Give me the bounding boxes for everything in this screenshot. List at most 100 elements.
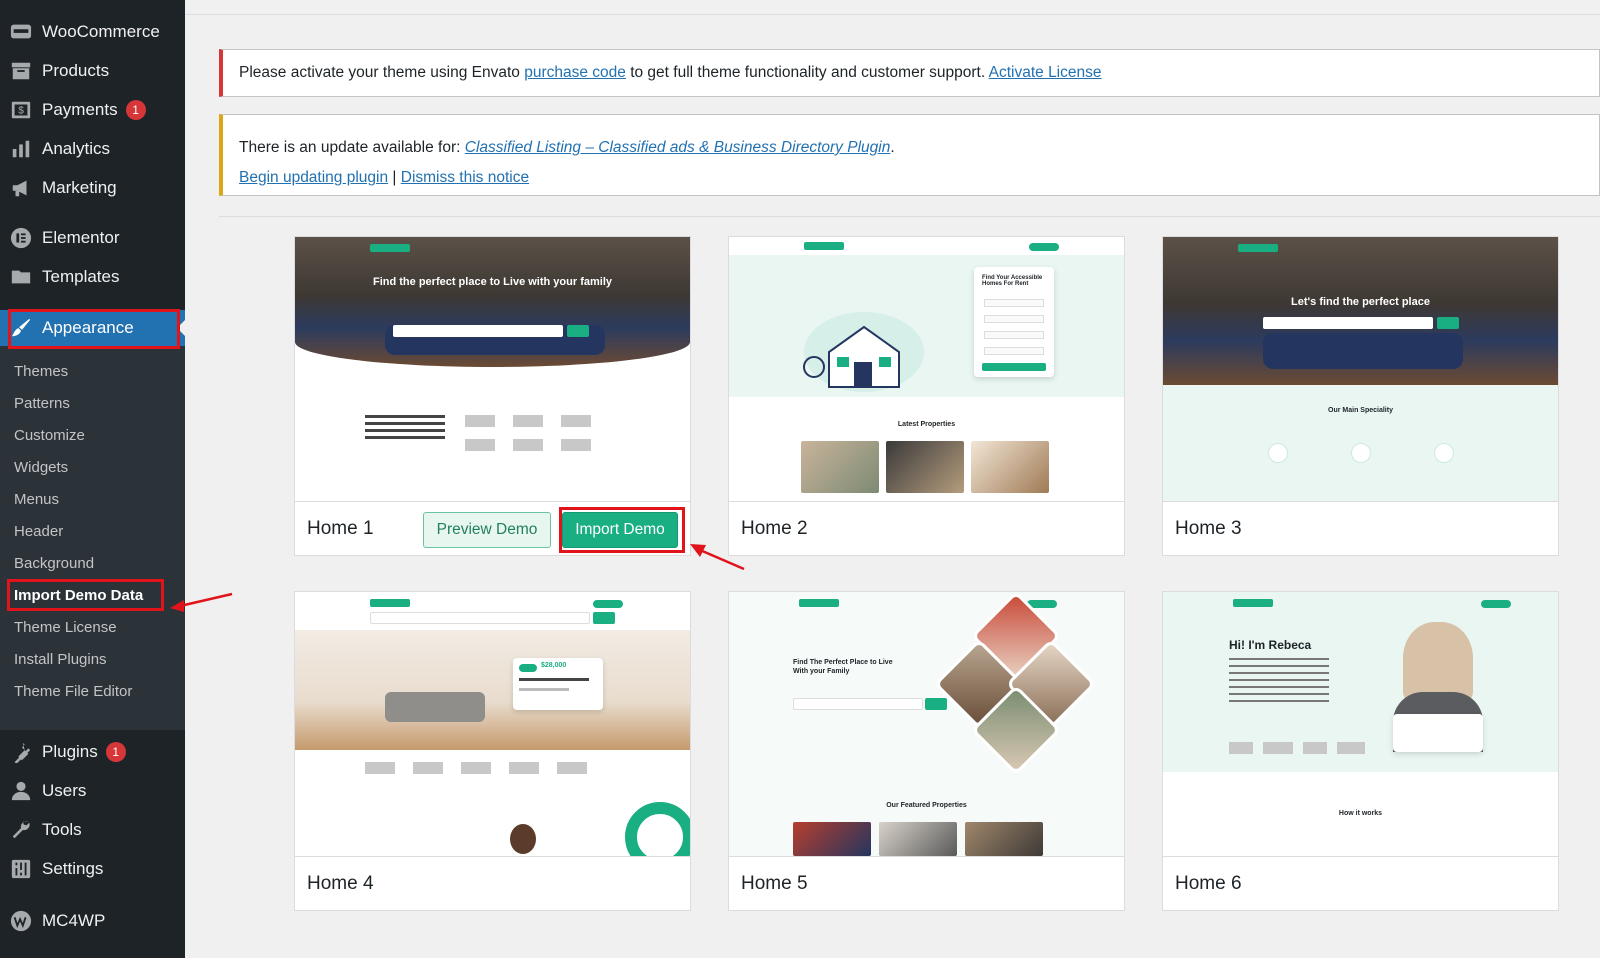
menu-item-payments[interactable]: $ Payments 1	[0, 92, 185, 128]
current-menu-pointer	[177, 320, 185, 336]
notification-badge: 1	[105, 742, 126, 762]
service-icon	[1351, 443, 1371, 463]
submenu-patterns[interactable]: Patterns	[14, 390, 70, 418]
archive-icon	[9, 59, 33, 83]
notice-text: .	[890, 139, 895, 156]
menu-label: Marketing	[42, 178, 117, 197]
menu-item-marketing[interactable]: Marketing	[0, 170, 185, 206]
mini-search	[793, 698, 923, 710]
hero-text: Find the perfect place to Live with your…	[373, 276, 612, 288]
section-title: Latest Properties	[897, 421, 956, 428]
preview-demo-button[interactable]: Preview Demo	[423, 512, 551, 548]
plug-icon	[9, 740, 33, 764]
submenu-import-demo-data[interactable]: Import Demo Data	[14, 582, 143, 610]
plugin-update-notice: There is an update available for: Classi…	[219, 114, 1600, 196]
megaphone-icon	[9, 176, 33, 200]
submenu-header[interactable]: Header	[14, 518, 63, 546]
demo-name: Home 4	[307, 872, 374, 894]
logo	[370, 244, 410, 252]
house-illustration	[799, 307, 929, 397]
listing-card: $28,000	[513, 658, 603, 710]
arrow-pointing-import-demo-button	[690, 544, 745, 571]
folder-icon	[9, 265, 33, 289]
menu-label: Payments	[42, 100, 118, 119]
menu-item-plugins[interactable]: Plugins 1	[0, 734, 185, 770]
menu-item-tools[interactable]: Tools	[0, 812, 185, 848]
menu-label: Settings	[42, 859, 104, 878]
demo-name: Home 6	[1175, 872, 1242, 894]
demo-thumbnail[interactable]: Hi! I'm Rebeca How it works	[1163, 592, 1558, 856]
menu-item-mc4wp[interactable]: MC4WP	[0, 903, 185, 939]
plugin-link[interactable]: Classified Listing – Classified ads & Bu…	[465, 139, 891, 156]
demo-card-home-5: Find The Perfect Place to Live With your…	[728, 591, 1125, 911]
agent-photo	[510, 824, 536, 854]
menu-item-users[interactable]: Users	[0, 773, 185, 809]
dismiss-notice-link[interactable]: Dismiss this notice	[401, 169, 529, 186]
demo-thumbnail[interactable]: Find the perfect place to Live with your…	[295, 237, 690, 501]
submenu-menus[interactable]: Menus	[14, 486, 59, 514]
text-block	[365, 415, 445, 441]
submenu-theme-license[interactable]: Theme License	[14, 614, 117, 642]
demo-card-home-2: Find Your Accessible Homes For Rent Late…	[728, 236, 1125, 556]
agent-photo	[1403, 622, 1473, 702]
menu-item-analytics[interactable]: Analytics	[0, 131, 185, 167]
logo	[370, 599, 410, 607]
menu-item-appearance[interactable]: Appearance	[0, 310, 185, 346]
begin-updating-link[interactable]: Begin updating plugin	[239, 169, 388, 186]
license-notice: Please activate your theme using Envato …	[219, 49, 1600, 97]
paintbrush-icon	[9, 316, 33, 340]
sliders-icon	[9, 857, 33, 881]
activate-license-link[interactable]: Activate License	[989, 64, 1102, 81]
demo-thumbnail[interactable]: Find Your Accessible Homes For Rent Late…	[729, 237, 1124, 501]
purchase-code-link[interactable]: purchase code	[524, 64, 626, 81]
property-photo	[886, 441, 964, 493]
rent-search-panel: Find Your Accessible Homes For Rent	[974, 267, 1054, 377]
submenu-customize[interactable]: Customize	[14, 422, 85, 450]
service-icon	[1268, 443, 1288, 463]
mini-header	[729, 237, 1124, 255]
demo-thumbnail[interactable]: Find The Perfect Place to Live With your…	[729, 592, 1124, 856]
demo-thumbnail[interactable]: Let's find the perfect place Our Main Sp…	[1163, 237, 1558, 501]
mini-search	[393, 325, 563, 337]
listing-price: $28,000	[541, 662, 567, 669]
notice-text: to get full theme functionality and cust…	[625, 64, 989, 81]
menu-item-woocommerce[interactable]: WooCommerce	[0, 14, 185, 50]
menu-label: Products	[42, 61, 110, 80]
menu-item-settings[interactable]: Settings	[0, 851, 185, 887]
submenu-background[interactable]: Background	[14, 550, 94, 578]
mini-search-button	[925, 698, 947, 710]
section-divider	[219, 216, 1600, 217]
demo-card-home-6: Hi! I'm Rebeca How it works Home 6	[1162, 591, 1559, 911]
submenu-theme-file-editor[interactable]: Theme File Editor	[14, 678, 132, 706]
wrench-icon	[9, 818, 33, 842]
menu-label: Templates	[42, 267, 120, 286]
menu-item-elementor[interactable]: Elementor	[0, 220, 185, 256]
hero-text: Find The Perfect Place to Live With your…	[793, 659, 893, 675]
import-demo-button[interactable]: Import Demo	[562, 512, 678, 548]
menu-label: Appearance	[42, 318, 134, 337]
menu-item-products[interactable]: Products	[0, 53, 185, 89]
panel-title: Find Your Accessible Homes For Rent	[982, 275, 1043, 287]
notice-text: There is an update available for:	[239, 139, 465, 156]
menu-item-templates[interactable]: Templates	[0, 259, 185, 295]
notice-separator: |	[388, 169, 401, 186]
notice-text: Please activate your theme using Envato	[239, 64, 525, 81]
submenu-widgets[interactable]: Widgets	[14, 454, 68, 482]
section-title: Our Main Speciality	[1328, 407, 1393, 414]
demo-name: Home 3	[1175, 517, 1242, 539]
testimonial-card	[1393, 714, 1483, 752]
property-photo	[879, 822, 957, 856]
partner-logos	[465, 415, 591, 427]
demo-card-footer: Home 1 Preview Demo Import Demo	[295, 501, 690, 555]
demo-name: Home 2	[741, 517, 808, 539]
section-title: How it works	[1338, 810, 1383, 817]
demo-thumbnail[interactable]: $28,000	[295, 592, 690, 856]
submenu-themes[interactable]: Themes	[14, 358, 68, 386]
mini-cta	[1481, 600, 1511, 608]
submenu-install-plugins[interactable]: Install Plugins	[14, 646, 107, 674]
property-photo	[971, 441, 1049, 493]
mini-search	[370, 612, 590, 624]
demo-card-home-3: Let's find the perfect place Our Main Sp…	[1162, 236, 1559, 556]
mini-cta	[593, 600, 623, 608]
menu-label: Analytics	[42, 139, 111, 158]
